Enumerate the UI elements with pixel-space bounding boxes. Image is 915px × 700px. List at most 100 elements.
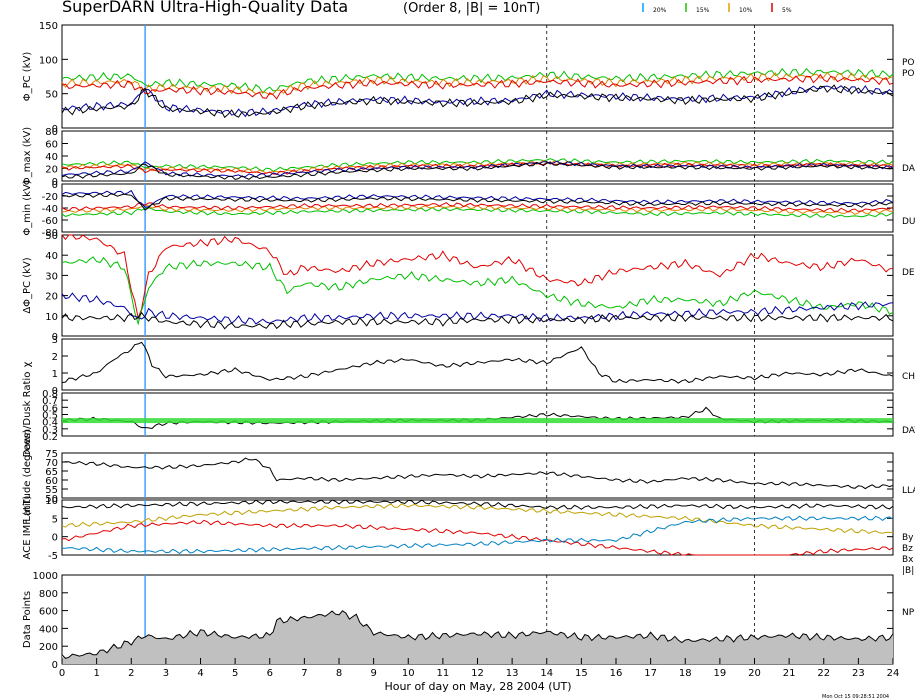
panel-delta_phi_pc: 01020304050ΔΦ_PC (kV) DE — [22, 231, 915, 343]
series-line — [61, 457, 894, 490]
right-label: CH — [902, 372, 915, 382]
x-tick-label: 23 — [852, 668, 865, 679]
y-tick-label: 10 — [45, 312, 58, 323]
top-legend: 20% 15% 10% 5% — [642, 3, 792, 14]
y-tick-label: 2 — [52, 352, 58, 363]
right-label: |B| — [902, 566, 914, 576]
x-tick-label: 16 — [610, 668, 623, 679]
y-tick-label: -60 — [42, 216, 58, 227]
right-label: DA — [902, 164, 915, 174]
y-tick-label: 3 — [52, 335, 58, 346]
y-tick-label: 10 — [45, 496, 58, 507]
series-line — [61, 84, 894, 119]
panel-phi_min: -80-60-40-200Φ_min (kV) DU — [22, 180, 915, 239]
x-tick-label: 14 — [540, 668, 553, 679]
series-line — [61, 499, 894, 510]
x-tick-label: 15 — [575, 668, 588, 679]
x-tick-label: 10 — [402, 668, 415, 679]
x-tick-label: 3 — [163, 668, 169, 679]
right-label: LLA — [902, 486, 915, 496]
panel-dawn_dusk_ratio: 0.20.30.40.50.60.70.8Dawn/Dusk RatioDAY — [22, 372, 915, 458]
y-tick-label: 600 — [39, 607, 58, 618]
y-tick-label: 400 — [39, 624, 58, 635]
panel-chi: 0123χCH — [22, 335, 915, 397]
figure-title: SuperDARN Ultra-High-Quality Data — [62, 0, 348, 16]
legend-label: 10% — [739, 7, 753, 14]
x-tick-label: 18 — [679, 668, 692, 679]
panel-phi_pc: 050100150Φ_PC (kV) POPO — [22, 21, 915, 135]
y-tick-label: -20 — [42, 192, 58, 203]
y-axis-label: ΔΦ_PC (kV) — [22, 257, 33, 313]
x-tick-label: 6 — [267, 668, 273, 679]
y-tick-label: 40 — [45, 251, 58, 262]
panel-latitude: 505560657075Latitude (degrees)LLA — [22, 429, 915, 521]
y-tick-label: 200 — [39, 642, 58, 653]
series-line — [61, 234, 894, 321]
right-label: By — [902, 533, 914, 543]
y-tick-label: 150 — [39, 21, 58, 32]
y-tick-label: 80 — [45, 127, 58, 138]
panel-data_points: 0 200 400 600 800 1000Data Points NP — [22, 571, 915, 671]
y-tick-label: -5 — [48, 551, 58, 562]
y-tick-label: 30 — [45, 271, 58, 282]
x-tick-label: 12 — [471, 668, 484, 679]
x-tick-label: 2 — [128, 668, 134, 679]
panel-frame — [61, 234, 894, 337]
x-tick-label: 1 — [93, 668, 99, 679]
y-tick-label: 20 — [45, 165, 58, 176]
figure: SuperDARN Ultra-High-Quality Data (Order… — [22, 0, 915, 700]
series-line — [61, 515, 894, 555]
x-tick-label: 20 — [748, 668, 761, 679]
panel-ace_imf: -5 0 5 10 ACE IMF (nT) ByBzBx|B| — [22, 495, 914, 576]
y-tick-label: 5 — [52, 514, 58, 525]
y-axis-label: Data Points — [22, 591, 33, 648]
panel-frame — [61, 183, 894, 233]
y-tick-label: 1000 — [33, 571, 58, 582]
x-tick-label: 19 — [714, 668, 727, 679]
x-tick-label: 9 — [370, 668, 376, 679]
ratio-band — [62, 418, 893, 424]
panel-frame — [61, 499, 894, 556]
y-tick-label: -40 — [42, 204, 58, 215]
legend-label: 20% — [653, 7, 667, 14]
legend-label: 5% — [782, 7, 792, 14]
right-label: DU — [902, 217, 915, 227]
x-tick-label: 24 — [887, 668, 900, 679]
x-tick-label: 21 — [783, 668, 796, 679]
series-line — [61, 341, 894, 384]
y-tick-label: 0.8 — [42, 389, 58, 400]
x-tick-label: 8 — [336, 668, 342, 679]
series-line — [61, 406, 894, 430]
y-tick-label: 50 — [45, 90, 58, 101]
series-line — [61, 503, 894, 534]
panel-frame — [61, 392, 894, 437]
right-label: DAY — [902, 426, 915, 436]
series-line — [61, 189, 894, 208]
y-tick-label: 800 — [39, 589, 58, 600]
figure-subtitle: (Order 8, |B| = 10nT) — [403, 1, 540, 16]
footer-timestamp: Mon Oct 15 09:28:51 2004 — [822, 694, 889, 700]
y-tick-label: 1 — [52, 369, 58, 380]
right-label: Bz — [902, 544, 913, 554]
panels: 050100150Φ_PC (kV) POPO020406080Φ_max (kV… — [22, 21, 915, 671]
x-tick-label: 7 — [301, 668, 307, 679]
x-tick-label: 13 — [506, 668, 519, 679]
right-label: PO — [902, 69, 915, 79]
x-axis-label: Hour of day on May, 28 2004 (UT) — [384, 680, 571, 693]
y-tick-label: 0 — [52, 180, 58, 191]
x-tick-label: 22 — [817, 668, 830, 679]
x-tick-label: 5 — [232, 668, 238, 679]
y-axis-label: Φ_PC (kV) — [22, 52, 33, 102]
x-tick-label: 0 — [59, 668, 65, 679]
y-axis-label: Φ_max (kV) — [22, 127, 33, 185]
y-tick-label: 40 — [45, 152, 58, 163]
panel-frame — [61, 338, 894, 391]
right-label: PO — [902, 58, 915, 68]
y-tick-label: 0 — [52, 660, 58, 671]
x-tick-label: 4 — [197, 668, 203, 679]
x-tick-label: 11 — [437, 668, 450, 679]
y-tick-label: 0 — [52, 533, 58, 544]
y-tick-label: 50 — [45, 231, 58, 242]
legend-label: 15% — [696, 7, 710, 14]
x-tick-label: 17 — [644, 668, 657, 679]
